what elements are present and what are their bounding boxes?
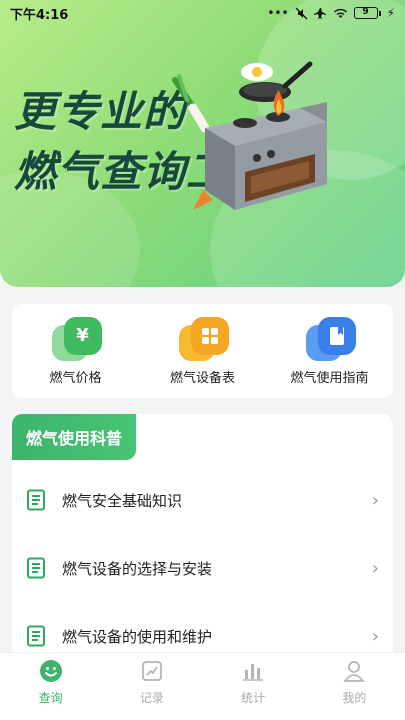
nav-item-query[interactable]: 查询	[11, 659, 91, 706]
more-dots-icon: •••	[267, 6, 289, 20]
nav-item-stats[interactable]: 统计	[213, 659, 293, 706]
book-icon	[304, 316, 356, 361]
quick-label: 燃气设备表	[169, 370, 235, 386]
list-item[interactable]: 燃气设备的选择与安装 ›	[12, 548, 393, 588]
smile-icon	[39, 660, 62, 682]
list-item-label: 燃气设备的使用和维护	[62, 627, 213, 646]
nav-label: 统计	[241, 691, 266, 705]
list-item-label: 燃气安全基础知识	[62, 491, 183, 510]
quick-label: 燃气价格	[49, 370, 102, 386]
user-icon	[343, 661, 366, 682]
mute-icon	[295, 7, 308, 19]
status-icons: ••• 9 ⚡	[267, 6, 395, 20]
bottom-nav: 查询 记录 统计 我的	[0, 652, 405, 720]
list-item[interactable]: 燃气安全基础知识 ›	[12, 480, 393, 520]
nav-item-mine[interactable]: 我的	[314, 659, 394, 706]
hero-title-line1: 更专业的	[14, 87, 187, 136]
chevron-right-icon: ›	[371, 489, 379, 511]
wifi-icon	[333, 8, 347, 18]
scallion-icon	[172, 74, 210, 133]
battery-level: 9	[353, 7, 378, 19]
battery-icon: 9	[353, 7, 381, 19]
list-item[interactable]: 燃气设备的使用和维护 ›	[12, 616, 393, 656]
status-time: 下午4:16	[10, 7, 69, 23]
grid-icon	[177, 316, 229, 361]
quick-usage-guide[interactable]: 燃气使用指南	[270, 316, 390, 386]
document-icon	[27, 625, 45, 647]
section-title: 燃气使用科普	[12, 414, 137, 460]
nav-label: 记录	[139, 691, 164, 705]
chevron-right-icon: ›	[371, 557, 379, 579]
quick-equipment-table[interactable]: 燃气设备表	[143, 316, 263, 386]
chevron-right-icon: ›	[371, 625, 379, 647]
document-icon	[27, 489, 45, 511]
status-bar: 下午4:16 ••• 9 ⚡	[0, 0, 405, 26]
hero-banner: 下午4:16 ••• 9 ⚡ 更专业的 燃气查询工具	[0, 0, 405, 287]
yen-glyph: ¥	[63, 316, 102, 355]
record-icon	[141, 661, 162, 681]
bar-chart-icon	[243, 664, 264, 681]
yen-icon: ¥	[50, 316, 102, 361]
quick-access-card: ¥ 燃气价格 燃气设备表 燃气使用指南	[12, 304, 393, 398]
airplane-icon	[313, 7, 326, 19]
quick-label: 燃气使用指南	[290, 370, 369, 386]
nav-item-records[interactable]: 记录	[112, 659, 192, 706]
charging-icon: ⚡	[386, 6, 395, 20]
stove-illustration	[172, 61, 327, 210]
science-section: 燃气使用科普 燃气安全基础知识 › 燃气设备的选择与安装 › 燃气设备的使用和维…	[12, 414, 393, 664]
nav-label: 我的	[342, 691, 367, 705]
document-icon	[27, 557, 45, 579]
quick-gas-price[interactable]: ¥ 燃气价格	[16, 316, 136, 386]
nav-label: 查询	[38, 691, 63, 705]
list-item-label: 燃气设备的选择与安装	[62, 559, 213, 578]
